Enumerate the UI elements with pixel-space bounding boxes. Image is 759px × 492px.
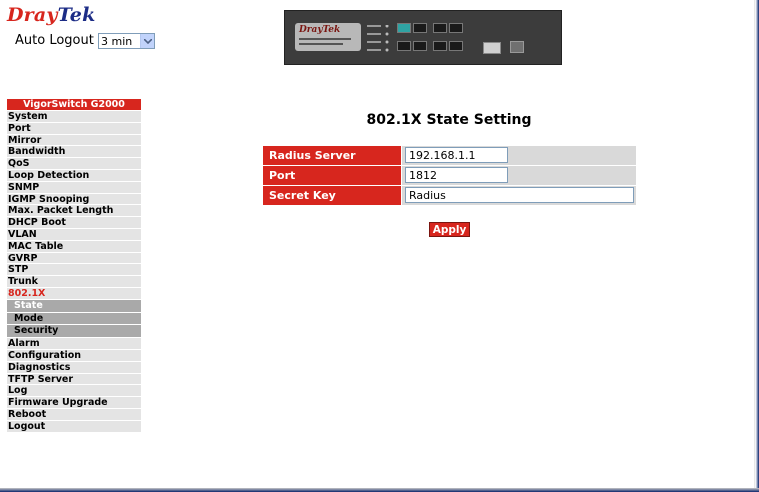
logo-dray: Dray	[7, 4, 58, 26]
window-border-bottom	[0, 488, 759, 492]
status-leds-icon	[367, 25, 389, 52]
menu-item-bandwidth[interactable]: Bandwidth	[7, 145, 141, 157]
menu-item-vlan[interactable]: VLAN	[7, 227, 141, 240]
secret-key-label: Secret Key	[263, 186, 401, 205]
menu-item-configuration[interactable]: Configuration	[7, 348, 141, 361]
device-badge: DrayTek	[295, 23, 361, 51]
ethernet-port-icon	[397, 41, 411, 51]
ethernet-port-icon	[433, 41, 447, 51]
radius-server-input[interactable]	[405, 147, 508, 163]
apply-button[interactable]: Apply	[429, 222, 470, 237]
sfp-slot-icon	[510, 41, 524, 53]
ethernet-port-icon	[449, 23, 463, 33]
menu-item-alarm[interactable]: Alarm	[7, 337, 141, 349]
window-border-right	[754, 0, 759, 492]
menu-item-reboot[interactable]: Reboot	[7, 407, 141, 420]
menu-item-tftp-server[interactable]: TFTP Server	[7, 372, 141, 385]
device-brand: DrayTek	[299, 25, 341, 35]
menu-item-logout[interactable]: Logout	[7, 419, 141, 432]
secret-key-row: Secret Key	[263, 186, 636, 206]
submenu-item-mode[interactable]: Mode	[7, 311, 141, 325]
menu-title: VigorSwitch G2000	[7, 99, 141, 110]
menu-item-log[interactable]: Log	[7, 384, 141, 396]
submenu-item-security[interactable]: Security	[7, 324, 141, 338]
auto-logout-label: Auto Logout	[15, 33, 94, 48]
menu-item-gvrp[interactable]: GVRP	[7, 251, 141, 264]
logo-tek: Tek	[57, 4, 96, 26]
ethernet-port-icon	[413, 23, 427, 33]
port-number-input[interactable]	[405, 167, 508, 183]
ethernet-port-icon	[449, 41, 463, 51]
menu-item-8021x[interactable]: 802.1X	[7, 286, 141, 299]
ethernet-port-icon	[397, 23, 411, 33]
ethernet-port-icon	[433, 23, 447, 33]
badge-line	[299, 43, 343, 45]
radius-server-cell	[402, 146, 636, 165]
chevron-down-icon[interactable]	[140, 34, 154, 48]
badge-line	[299, 38, 351, 40]
menu-item-mirror[interactable]: Mirror	[7, 133, 141, 146]
menu-item-dhcp-boot[interactable]: DHCP Boot	[7, 216, 141, 228]
port-number-label: Port Number(1~65535)	[263, 166, 401, 201]
ethernet-port-icon	[413, 41, 427, 51]
submenu-item-state[interactable]: State	[7, 298, 141, 312]
secret-key-input[interactable]	[405, 187, 634, 203]
menu-item-igmp-snooping[interactable]: IGMP Snooping	[7, 192, 141, 205]
menu-item-qos[interactable]: QoS	[7, 157, 141, 169]
menu-item-diagnostics[interactable]: Diagnostics	[7, 360, 141, 373]
sidebar-menu: VigorSwitch G2000 System Port Mirror Ban…	[7, 99, 141, 432]
menu-item-firmware-upgrade[interactable]: Firmware Upgrade	[7, 396, 141, 408]
menu-item-system[interactable]: System	[7, 110, 141, 122]
menu-item-trunk[interactable]: Trunk	[7, 275, 141, 287]
menu-item-mac-table[interactable]: MAC Table	[7, 239, 141, 252]
port-number-row: Port Number(1~65535)	[263, 166, 636, 201]
menu-item-port[interactable]: Port	[7, 121, 141, 134]
menu-item-loop-detection[interactable]: Loop Detection	[7, 168, 141, 181]
switch-front-panel-image: DrayTek	[284, 10, 562, 65]
radius-server-label: Radius Server	[263, 146, 401, 165]
draytek-logo: DrayTek	[7, 4, 95, 26]
state-setting-form: Radius Server Port Number(1~65535) Secre…	[263, 146, 636, 206]
auto-logout-select[interactable]: 3 min	[98, 33, 155, 49]
auto-logout-value: 3 min	[101, 35, 133, 48]
fiber-port-icon	[483, 42, 501, 54]
radius-server-row: Radius Server	[263, 146, 636, 166]
secret-key-cell	[402, 186, 636, 205]
menu-item-snmp[interactable]: SNMP	[7, 180, 141, 193]
port-number-cell	[402, 166, 636, 185]
page-title: 802.1X State Setting	[366, 112, 532, 128]
menu-item-max-packet-length[interactable]: Max. Packet Length	[7, 204, 141, 216]
menu-item-stp[interactable]: STP	[7, 263, 141, 275]
